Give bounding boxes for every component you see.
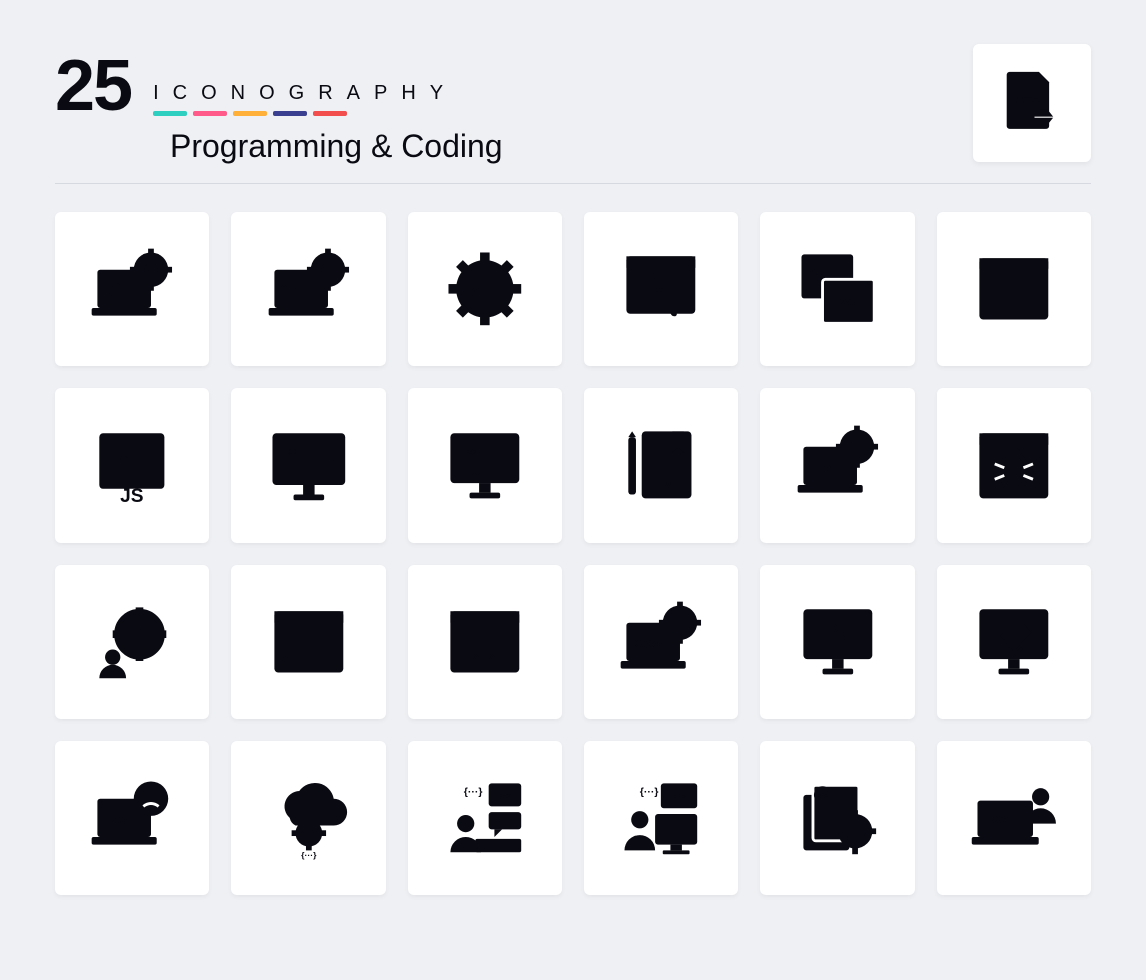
header-top: 25 ICONOGRAPHY — [55, 50, 1091, 122]
svg-text:</>: </> — [810, 267, 827, 279]
html-laptop-gear-icon: HTML — [760, 388, 914, 542]
svg-text:{ }: { } — [655, 283, 665, 293]
svg-text:JS: JS — [120, 486, 144, 507]
svg-text:HTML: HTML — [650, 478, 680, 490]
svg-text:</>: </> — [499, 791, 511, 801]
c-laptop-gear-icon: C — [55, 212, 209, 366]
developer-laptop-icon: </> — [937, 741, 1091, 895]
icon-grid: C C++ {···} { } </> </> </> JS </> {···} </… — [55, 212, 1091, 895]
svg-text:404: 404 — [473, 651, 497, 667]
svg-text:{···}: {···} — [316, 453, 337, 465]
svg-text:API: API — [281, 652, 302, 666]
svg-text:</>: </> — [285, 446, 299, 457]
svg-text:CODE: CODE — [470, 466, 500, 478]
error-laptop-icon: </> — [55, 741, 209, 895]
svg-text:</>: </> — [840, 297, 857, 309]
svg-text:{···}: {···} — [1021, 94, 1035, 103]
split-code-monitor-icon: </> {···} — [231, 388, 385, 542]
svg-text:{···}: {···} — [471, 282, 498, 299]
developer-screen-icon: {···} </> — [584, 741, 738, 895]
search-browser-icon: { } — [584, 212, 738, 366]
gear-code-monitor-icon: {···} — [760, 565, 914, 719]
svg-text:{···}: {···} — [464, 786, 483, 798]
svg-text:{···}: {···} — [301, 850, 317, 860]
svg-text:C++: C++ — [280, 283, 307, 299]
developer-chat-icon: {···} </> — [408, 741, 562, 895]
iconography-label: ICONOGRAPHY — [153, 82, 457, 105]
css-laptop-gear-icon: CSS — [584, 565, 738, 719]
color-bars — [153, 111, 457, 116]
api-browser-icon: API — [231, 565, 385, 719]
pack-title: Programming & Coding — [170, 128, 1091, 165]
iconography-block: ICONOGRAPHY — [153, 82, 457, 122]
error-404-browser-icon: 404 — [408, 565, 562, 719]
code-windows-icon: </> </> — [760, 212, 914, 366]
svg-text:C: C — [108, 281, 122, 302]
ruby-file-icon: {···} — [995, 66, 1068, 139]
svg-text:</>: </> — [110, 815, 127, 827]
code-files-gear-icon: </> — [760, 741, 914, 895]
svg-text:HTML: HTML — [810, 462, 840, 474]
svg-text:{···}: {···} — [1005, 645, 1022, 656]
divider — [55, 183, 1091, 184]
bar-1 — [153, 111, 187, 116]
bar-3 — [233, 111, 267, 116]
code-gear-icon: {···} — [408, 212, 562, 366]
svg-text:{···}: {···} — [640, 786, 659, 798]
cpp-laptop-gear-icon: C++ — [231, 212, 385, 366]
code-monitor-icon: </> CODE — [408, 388, 562, 542]
svg-text:</>: </> — [465, 446, 477, 456]
js-browser-icon: </> JS — [55, 388, 209, 542]
cloud-gear-icon: {···} — [231, 741, 385, 895]
svg-text:CSS: CSS — [635, 637, 661, 651]
svg-text:</>: </> — [673, 792, 685, 802]
developer-gear-icon — [55, 565, 209, 719]
svg-text:{···}: {···} — [656, 457, 675, 469]
diamond-monitor-icon: {···} — [937, 565, 1091, 719]
bar-4 — [273, 111, 307, 116]
svg-text:</>: </> — [816, 791, 828, 801]
count-number: 25 — [55, 50, 131, 122]
bar-2 — [193, 111, 227, 116]
wireframe-browser-icon — [937, 212, 1091, 366]
feature-card: {···} — [973, 44, 1091, 162]
bug-browser-icon — [937, 388, 1091, 542]
svg-text:</>: </> — [992, 813, 1010, 827]
header: 25 ICONOGRAPHY Programming & Coding {···… — [55, 50, 1091, 184]
html-book-icon: {···} HTML — [584, 388, 738, 542]
svg-text:</>: </> — [116, 452, 130, 463]
bar-5 — [313, 111, 347, 116]
